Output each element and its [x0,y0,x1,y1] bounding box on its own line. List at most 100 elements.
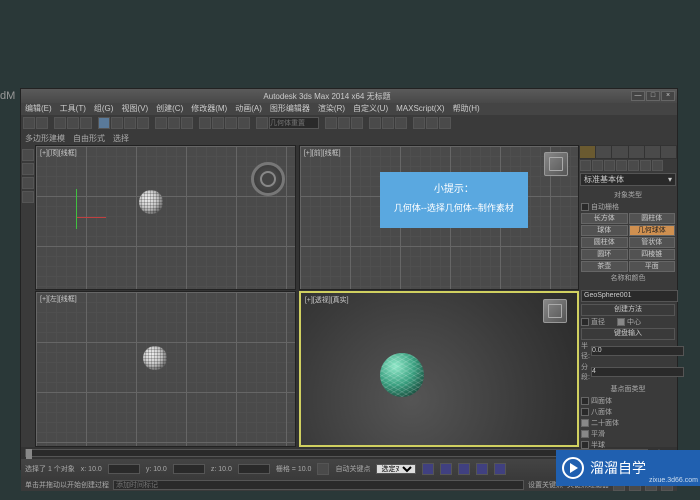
shapes-icon[interactable] [592,160,603,171]
viewport-perspective-label[interactable]: [+][透视][真实] [305,295,349,305]
hierarchy-icon[interactable] [22,191,34,203]
radio-tetra[interactable] [581,397,589,405]
z-input[interactable] [238,464,270,474]
btn-sphere[interactable]: 球体 [581,225,628,236]
next-frame-button[interactable] [476,463,488,475]
autogrid-checkbox[interactable] [581,203,589,211]
render-setup-button[interactable] [413,117,425,129]
align-button[interactable] [338,117,350,129]
btn-tube[interactable]: 管状体 [629,237,676,248]
menu-graph[interactable]: 图形编辑器 [270,103,310,115]
lights-icon[interactable] [604,160,615,171]
btn-box[interactable]: 长方体 [581,213,628,224]
percent-snap[interactable] [225,117,237,129]
radio-icosa[interactable] [581,419,589,427]
systems-icon[interactable] [652,160,663,171]
viewport-left-label[interactable]: [+][左][线框] [40,294,77,304]
prev-frame-button[interactable] [440,463,452,475]
link-button[interactable] [54,117,66,129]
keyboard-entry-rollout[interactable]: 键盘输入 [581,328,675,340]
viewcube-icon[interactable] [543,299,567,323]
menu-render[interactable]: 渲染(R) [318,103,345,115]
radio-octa[interactable] [581,408,589,416]
layer-button[interactable] [351,117,363,129]
play-button[interactable] [458,463,470,475]
tab-display[interactable] [645,146,660,158]
smooth-checkbox[interactable] [581,430,589,438]
select-region-button[interactable] [124,117,136,129]
mirror-button[interactable] [325,117,337,129]
menu-tools[interactable]: 工具(T) [60,103,86,115]
cameras-icon[interactable] [616,160,627,171]
render-frame-button[interactable] [426,117,438,129]
menu-create[interactable]: 创建(C) [156,103,183,115]
y-input[interactable] [173,464,205,474]
hemi-checkbox[interactable] [581,441,589,449]
snap-toggle[interactable] [199,117,211,129]
select-button[interactable] [98,117,110,129]
viewport-perspective[interactable]: [+][透视][真实] [299,291,579,447]
geosphere-object[interactable] [380,353,424,397]
time-slider[interactable] [25,449,648,457]
tab-hierarchy[interactable] [612,146,627,158]
btn-torus[interactable]: 圆环 [581,249,628,260]
menu-view[interactable]: 视图(V) [121,103,148,115]
menu-modifiers[interactable]: 修改器(M) [191,103,227,115]
tab-utilities[interactable] [661,146,676,158]
btn-cylinder[interactable]: 圆柱体 [581,237,628,248]
segments-input[interactable] [591,367,684,377]
undo-button[interactable] [23,117,35,129]
viewport-top[interactable]: [+][顶][线框] [35,145,296,290]
object-name-input[interactable] [581,290,678,302]
viewcube-icon[interactable] [544,152,568,176]
radio-center[interactable] [617,318,625,326]
angle-snap[interactable] [212,117,224,129]
scale-button[interactable] [181,117,193,129]
filter-button[interactable] [137,117,149,129]
layer-explorer-icon[interactable] [22,163,34,175]
time-tag-input[interactable] [113,480,524,490]
goto-start-button[interactable] [422,463,434,475]
ribbon-label-modeling[interactable]: 多边形建模 [25,133,65,144]
named-sel-button[interactable] [256,117,268,129]
render-button[interactable] [439,117,451,129]
helpers-icon[interactable] [628,160,639,171]
unlink-button[interactable] [67,117,79,129]
tab-modify[interactable] [596,146,611,158]
menu-edit[interactable]: 编辑(E) [25,103,52,115]
spinner-snap[interactable] [238,117,250,129]
btn-pyramid[interactable]: 四棱锥 [629,249,676,260]
radio-diameter[interactable] [581,318,589,326]
btn-plane[interactable]: 平面 [629,261,676,272]
viewport-left[interactable]: [+][左][线框] [35,291,296,447]
display-icon[interactable] [22,177,34,189]
move-button[interactable] [155,117,167,129]
maximize-button[interactable]: □ [646,91,660,101]
time-slider-handle[interactable] [26,449,32,459]
named-selection-input[interactable] [269,117,319,129]
scene-explorer-icon[interactable] [22,149,34,161]
menu-customize[interactable]: 自定义(U) [353,103,388,115]
viewport-top-label[interactable]: [+][顶][线框] [40,148,77,158]
goto-end-button[interactable] [494,463,506,475]
select-name-button[interactable] [111,117,123,129]
tab-motion[interactable] [629,146,644,158]
radius-input[interactable] [591,346,684,356]
close-button[interactable]: × [661,91,675,101]
geometry-icon[interactable] [580,160,591,171]
nav-wheel-icon[interactable] [251,162,285,196]
curve-editor-button[interactable] [369,117,381,129]
viewport-front[interactable]: [+][前][线框] 小提示： 几何体--选择几何体--制作素材 [299,145,579,290]
viewport-front-label[interactable]: [+][前][线框] [304,148,341,158]
primitive-dropdown[interactable]: 标准基本体 ▾ [580,173,676,186]
redo-button[interactable] [36,117,48,129]
tab-create[interactable] [580,146,595,158]
menu-group[interactable]: 组(G) [94,103,114,115]
bind-button[interactable] [80,117,92,129]
menu-maxscript[interactable]: MAXScript(X) [396,103,444,115]
btn-teapot[interactable]: 茶壶 [581,261,628,272]
ribbon-label-select[interactable]: 选择 [113,133,129,144]
btn-geosphere[interactable]: 几何球体 [629,225,676,236]
menu-animation[interactable]: 动画(A) [235,103,262,115]
material-editor-button[interactable] [395,117,407,129]
